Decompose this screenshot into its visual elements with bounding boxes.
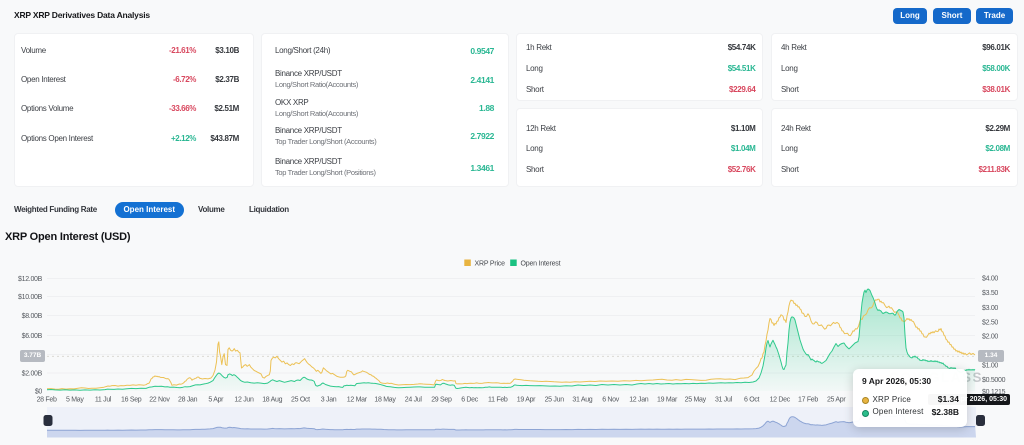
svg-text:19 Mar: 19 Mar	[657, 397, 678, 404]
svg-text:19 Apr: 19 Apr	[517, 397, 536, 404]
svg-text:XRP Price: XRP Price	[475, 261, 506, 268]
svg-text:5 Apr: 5 Apr	[208, 397, 224, 404]
svg-text:12 Dec: 12 Dec	[770, 397, 791, 404]
svg-text:12 Jun: 12 Jun	[234, 397, 254, 404]
svg-text:$0: $0	[35, 389, 43, 396]
svg-text:6 Nov: 6 Nov	[602, 397, 620, 404]
svg-text:16 Sep: 16 Sep	[121, 397, 142, 404]
svg-text:22 Nov: 22 Nov	[149, 397, 170, 404]
svg-text:3 Jan: 3 Jan	[321, 397, 337, 404]
svg-text:6 Dec: 6 Dec	[461, 397, 479, 404]
svg-text:$3.00: $3.00	[982, 305, 998, 312]
svg-text:24 Jul: 24 Jul	[405, 397, 423, 404]
svg-text:18 May: 18 May	[374, 397, 396, 404]
svg-text:Open Interest: Open Interest	[521, 261, 561, 268]
svg-text:17 Feb: 17 Feb	[798, 397, 818, 404]
svg-text:11 Jul: 11 Jul	[95, 397, 112, 404]
svg-text:$2.00: $2.00	[982, 334, 998, 341]
svg-text:$3.50: $3.50	[982, 290, 998, 297]
svg-text:25 Jun: 25 Jun	[545, 397, 565, 404]
svg-text:6 Oct: 6 Oct	[744, 397, 760, 404]
svg-text:31 Aug: 31 Aug	[572, 397, 592, 404]
svg-text:28 Jan: 28 Jan	[178, 397, 198, 404]
svg-text:$6.00B: $6.00B	[22, 333, 43, 340]
svg-text:5 May: 5 May	[66, 397, 84, 404]
svg-text:18 Aug: 18 Aug	[262, 397, 282, 404]
svg-text:25 Apr: 25 Apr	[827, 397, 846, 404]
svg-text:29 Sep: 29 Sep	[431, 397, 452, 404]
svg-text:25 Oct: 25 Oct	[291, 397, 310, 404]
svg-text:$2.00B: $2.00B	[22, 371, 43, 378]
svg-text:$1.00: $1.00	[982, 363, 998, 370]
svg-text:$8.00B: $8.00B	[22, 313, 43, 320]
svg-text:31 Jul: 31 Jul	[715, 397, 733, 404]
svg-text:28 Feb: 28 Feb	[37, 397, 57, 404]
svg-text:$0.5000: $0.5000	[982, 377, 1006, 384]
svg-text:$4.00: $4.00	[982, 276, 998, 283]
svg-text:11 Feb: 11 Feb	[488, 397, 508, 404]
svg-text:$10.00B: $10.00B	[18, 294, 43, 301]
svg-text:12 Mar: 12 Mar	[347, 397, 368, 404]
svg-text:12 Jan: 12 Jan	[629, 397, 649, 404]
svg-text:25 May: 25 May	[685, 397, 707, 404]
svg-text:$12.00B: $12.00B	[18, 276, 43, 283]
svg-text:$2.50: $2.50	[982, 320, 998, 327]
